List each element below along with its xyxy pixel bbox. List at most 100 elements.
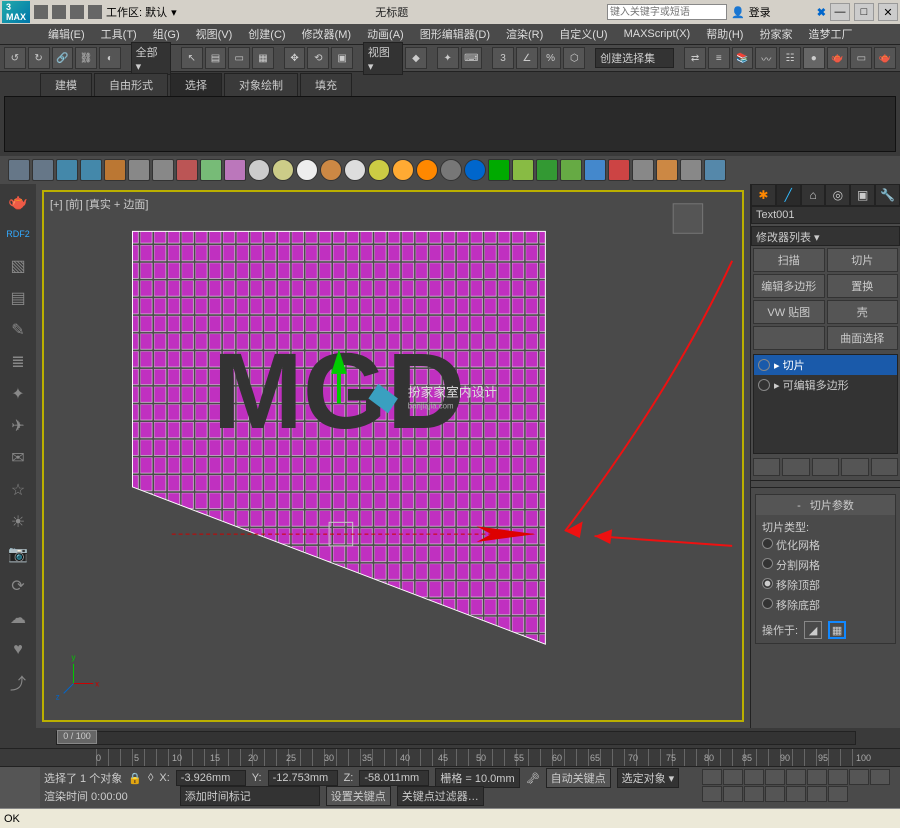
material-icon[interactable]: ● xyxy=(803,47,825,69)
tool-icon[interactable]: ◐ xyxy=(99,47,121,69)
unlink-icon[interactable]: ⛓ xyxy=(75,47,97,69)
list-icon[interactable]: ≣ xyxy=(6,350,30,374)
sun-icon[interactable]: ☀ xyxy=(6,510,30,534)
cloud-icon[interactable]: ☁ xyxy=(6,606,30,630)
mirror-icon[interactable]: ⇄ xyxy=(684,47,706,69)
slice-type-radio[interactable]: 移除顶部 xyxy=(762,575,889,595)
refcoord-combo[interactable]: 视图 ▾ xyxy=(363,42,403,75)
time-slider[interactable]: 0 / 100 xyxy=(0,728,900,748)
menu-item[interactable]: 造梦工厂 xyxy=(804,24,856,44)
extra-tool-icon[interactable] xyxy=(128,159,150,181)
edit-icon[interactable]: ✎ xyxy=(6,318,30,342)
qat-icon[interactable] xyxy=(70,5,84,19)
object-name-input[interactable] xyxy=(751,206,900,224)
extra-tool-icon[interactable] xyxy=(368,159,390,181)
slice-type-radio[interactable]: 移除底部 xyxy=(762,595,889,615)
remove-mod-icon[interactable] xyxy=(841,458,868,476)
transport-icon[interactable] xyxy=(744,769,764,785)
menu-item[interactable]: 渲染(R) xyxy=(502,24,547,44)
script-listener-icon[interactable] xyxy=(0,767,40,808)
render-setup-icon[interactable]: 🫖 xyxy=(827,47,849,69)
extra-tool-icon[interactable] xyxy=(488,159,510,181)
autokey-button[interactable]: 自动关键点 xyxy=(546,768,611,788)
extra-tool-icon[interactable] xyxy=(152,159,174,181)
select-name-icon[interactable]: ▤ xyxy=(205,47,227,69)
modifier-button[interactable]: 编辑多边形 xyxy=(753,274,825,298)
transport-icon[interactable] xyxy=(744,786,764,802)
extra-tool-icon[interactable] xyxy=(248,159,270,181)
modifier-button[interactable] xyxy=(753,326,825,350)
ribbon-tab[interactable]: 填充 xyxy=(300,73,352,96)
extra-tool-icon[interactable] xyxy=(512,159,534,181)
render-icon[interactable]: 🫖 xyxy=(874,47,896,69)
extra-tool-icon[interactable] xyxy=(176,159,198,181)
hierarchy-tab-icon[interactable]: ⌂ xyxy=(801,184,826,206)
transport-icon[interactable] xyxy=(702,786,722,802)
select-region-icon[interactable]: ▭ xyxy=(228,47,250,69)
modifier-button[interactable]: 置换 xyxy=(827,274,899,298)
select-icon[interactable]: ↖ xyxy=(181,47,203,69)
extra-tool-icon[interactable] xyxy=(392,159,414,181)
transport-icon[interactable] xyxy=(702,769,722,785)
transport-icon[interactable] xyxy=(807,769,827,785)
show-end-icon[interactable] xyxy=(782,458,809,476)
link-icon[interactable]: 🔗 xyxy=(52,47,74,69)
extra-tool-icon[interactable] xyxy=(560,159,582,181)
extra-tool-icon[interactable] xyxy=(464,159,486,181)
close-button[interactable]: ✕ xyxy=(878,3,898,21)
layers-icon[interactable]: 📚 xyxy=(732,47,754,69)
viewport[interactable]: [+] [前] [真实 + 边面] MGD 扮家家室内设 xyxy=(36,184,750,728)
ribbon-tab[interactable]: 建模 xyxy=(40,73,92,96)
extra-tool-icon[interactable] xyxy=(8,159,30,181)
extra-tool-icon[interactable] xyxy=(704,159,726,181)
star-icon[interactable]: ☆ xyxy=(6,478,30,502)
extra-tool-icon[interactable] xyxy=(272,159,294,181)
minimize-button[interactable]: — xyxy=(830,3,850,21)
menu-item[interactable]: 编辑(E) xyxy=(44,24,89,44)
slice-type-radio[interactable]: 优化网格 xyxy=(762,535,889,555)
app-icon[interactable]: 3MAX xyxy=(2,1,30,23)
extra-tool-icon[interactable] xyxy=(416,159,438,181)
transport-icon[interactable] xyxy=(849,769,869,785)
visibility-toggle-icon[interactable] xyxy=(758,379,770,391)
help-search-input[interactable] xyxy=(607,4,727,20)
lock-icon[interactable]: 🔒 xyxy=(128,772,142,785)
transport-icon[interactable] xyxy=(828,769,848,785)
transport-icon[interactable] xyxy=(870,769,890,785)
extra-tool-icon[interactable] xyxy=(440,159,462,181)
time-slider-handle[interactable]: 0 / 100 xyxy=(57,730,97,744)
extra-tool-icon[interactable] xyxy=(584,159,606,181)
extra-tool-icon[interactable] xyxy=(104,159,126,181)
keymode-icon[interactable]: ⌨ xyxy=(461,47,483,69)
selobj-combo[interactable]: 选定对象 ▾ xyxy=(617,768,680,788)
transport-icon[interactable] xyxy=(723,769,743,785)
render-frame-icon[interactable]: ▭ xyxy=(850,47,872,69)
extra-tool-icon[interactable] xyxy=(608,159,630,181)
extra-tool-icon[interactable] xyxy=(200,159,222,181)
y-coord[interactable]: -12.753mm xyxy=(268,770,338,786)
mail-icon[interactable]: ✉ xyxy=(6,446,30,470)
ribbon-tab[interactable]: 自由形式 xyxy=(94,73,168,96)
menu-item[interactable]: 创建(C) xyxy=(244,24,289,44)
refresh-icon[interactable]: ⟳ xyxy=(6,574,30,598)
ribbon-tab[interactable]: 对象绘制 xyxy=(224,73,298,96)
scale-icon[interactable]: ▣ xyxy=(331,47,353,69)
share-icon[interactable]: ⤴ xyxy=(6,670,30,694)
filter-combo[interactable]: 全部 ▾ xyxy=(131,42,171,75)
modifier-stack[interactable]: ▸ 切片 ▸ 可编辑多边形 xyxy=(753,354,898,454)
isolate-icon[interactable]: ◊ xyxy=(148,772,153,784)
manip-icon[interactable]: ✦ xyxy=(437,47,459,69)
transport-icon[interactable] xyxy=(765,786,785,802)
visibility-toggle-icon[interactable] xyxy=(758,359,770,371)
move-icon[interactable]: ✥ xyxy=(284,47,306,69)
xref-icon[interactable]: ✖ xyxy=(817,6,826,19)
transport-icon[interactable] xyxy=(828,786,848,802)
menu-item[interactable]: 图形编辑器(D) xyxy=(416,24,494,44)
qat-icon[interactable] xyxy=(52,5,66,19)
teapot-icon[interactable]: 🫖 xyxy=(6,190,30,214)
modifier-button[interactable]: 切片 xyxy=(827,248,899,272)
add-time-marker[interactable]: 添加时间标记 xyxy=(180,786,320,806)
extra-tool-icon[interactable] xyxy=(344,159,366,181)
rotate-icon[interactable]: ⟲ xyxy=(307,47,329,69)
curve-editor-icon[interactable]: 〰 xyxy=(755,47,777,69)
